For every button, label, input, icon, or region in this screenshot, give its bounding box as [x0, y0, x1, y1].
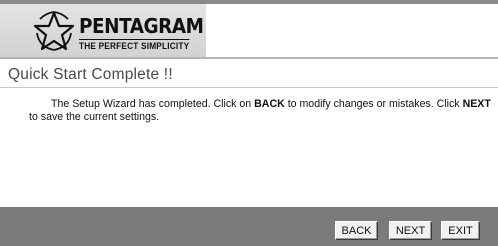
- completion-message: The Setup Wizard has completed. Click on…: [29, 98, 491, 124]
- title-divider: [0, 87, 498, 88]
- next-button[interactable]: NEXT: [389, 221, 432, 240]
- pentagram-star-icon: [33, 11, 75, 51]
- brand-tagline: THE PERFECT SIMPLICITY: [79, 39, 190, 51]
- footer-bar: BACK NEXT EXIT: [0, 207, 498, 246]
- brand-name: PENTAGRAM: [79, 14, 204, 38]
- message-back-keyword: BACK: [254, 98, 285, 110]
- message-text-1: The Setup Wizard has completed. Click on: [51, 98, 255, 110]
- header-divider: [0, 57, 498, 59]
- message-next-keyword: NEXT: [462, 98, 491, 110]
- exit-button[interactable]: EXIT: [441, 221, 480, 240]
- page-title: Quick Start Complete !!: [8, 66, 173, 83]
- message-text-3: to save the current settings.: [29, 111, 160, 123]
- logo: PENTAGRAM THE PERFECT SIMPLICITY: [0, 4, 206, 57]
- header: PENTAGRAM THE PERFECT SIMPLICITY: [0, 4, 498, 57]
- message-text-2: to modify changes or mistakes. Click: [284, 98, 463, 110]
- back-button[interactable]: BACK: [335, 221, 378, 240]
